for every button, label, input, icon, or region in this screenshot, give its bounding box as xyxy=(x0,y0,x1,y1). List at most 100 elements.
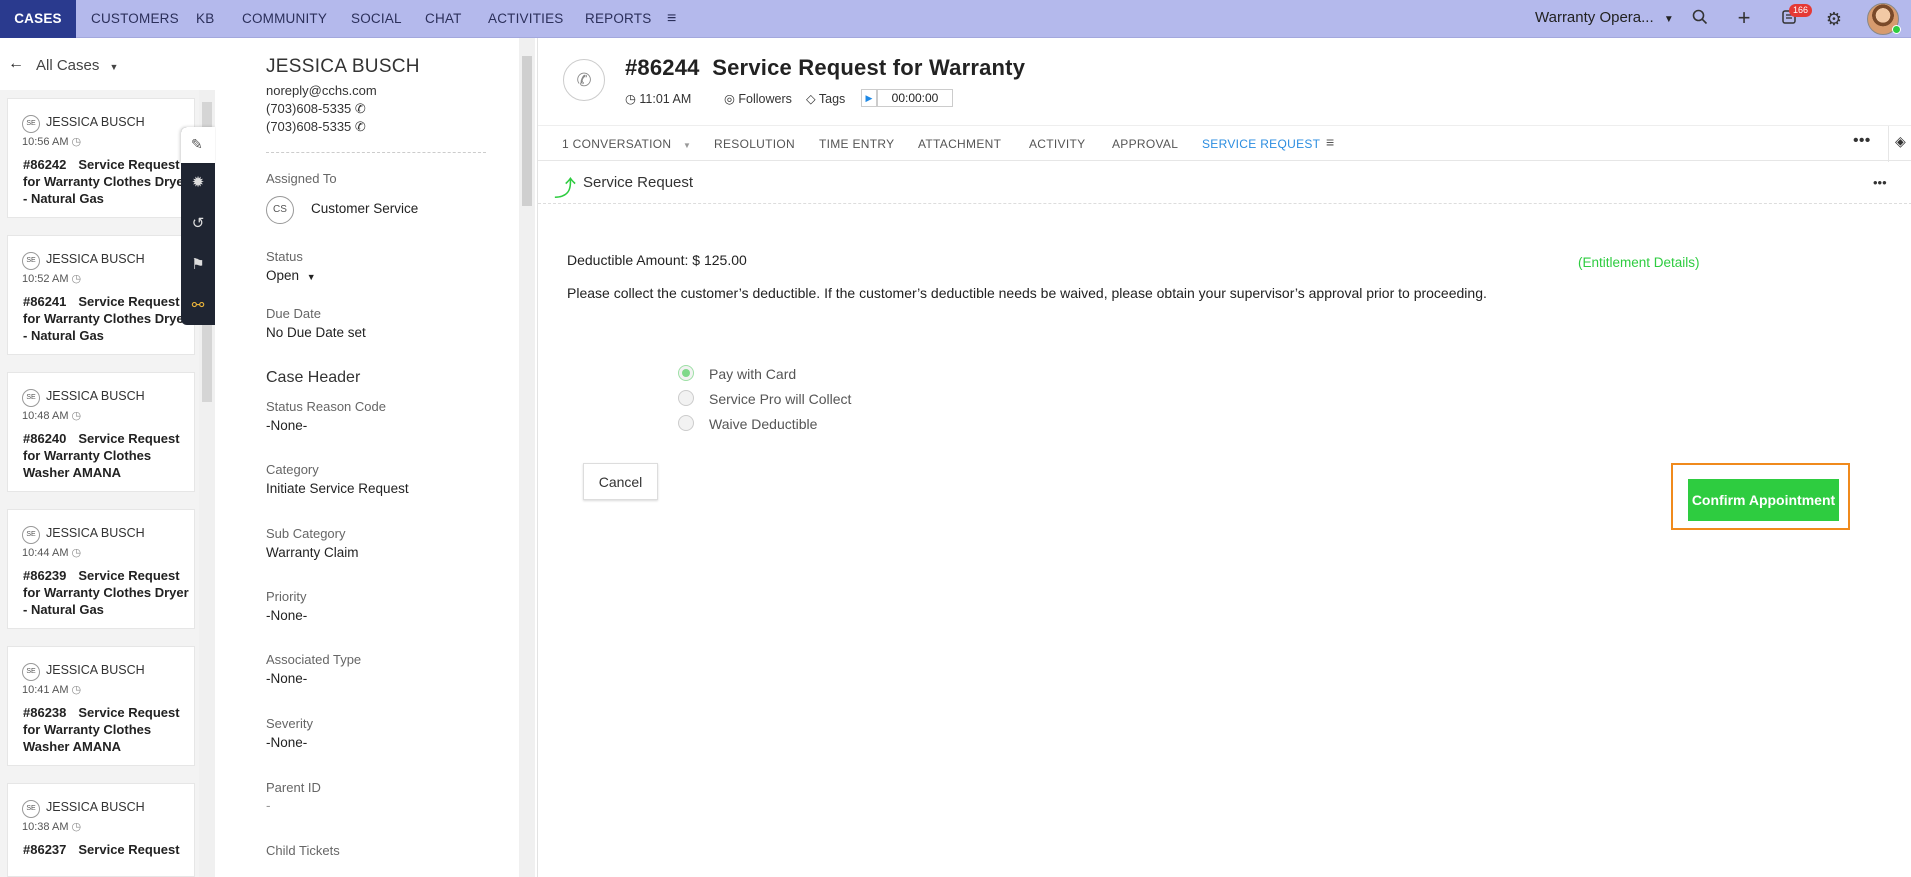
assigned-to-value[interactable]: Customer Service xyxy=(311,201,418,216)
top-navigation: CASES CUSTOMERS KB COMMUNITY SOCIAL CHAT… xyxy=(0,0,1911,38)
tab-attachment[interactable]: ATTACHMENT xyxy=(918,137,1001,151)
add-icon[interactable]: + xyxy=(1734,7,1754,29)
view-selector[interactable]: All Cases ▼ xyxy=(36,57,118,74)
case-time-text: 10:56 AM xyxy=(22,136,69,148)
more-tabs-icon[interactable]: ≡ xyxy=(1326,134,1334,150)
more-options-icon[interactable]: ••• xyxy=(1853,132,1871,150)
deductible-instruction: Please collect the customer’s deductible… xyxy=(567,285,1487,301)
tab-resolution[interactable]: RESOLUTION xyxy=(714,137,795,151)
scrollbar-thumb[interactable] xyxy=(522,56,532,206)
case-title: #86238 Service Request for Warranty Cloth… xyxy=(23,704,191,755)
list-item[interactable]: SE JESSICA BUSCH 10:56 AM ◷ #86242 Servic… xyxy=(7,98,195,218)
severity-value[interactable]: -None- xyxy=(266,735,307,750)
list-item[interactable]: SE JESSICA BUSCH 10:41 AM ◷ #86238 Servic… xyxy=(7,646,195,766)
nav-tab-community[interactable]: COMMUNITY xyxy=(242,0,327,38)
priority-value[interactable]: -None- xyxy=(266,608,307,623)
associated-type-value[interactable]: -None- xyxy=(266,671,307,686)
flag-icon[interactable]: ⚑ xyxy=(181,250,215,280)
ticket-time-text: 11:01 AM xyxy=(639,92,692,106)
contact-name: JESSICA BUSCH xyxy=(46,526,145,540)
nav-tab-customers[interactable]: CUSTOMERS xyxy=(91,0,179,38)
tags-button[interactable]: ◇ Tags xyxy=(806,91,845,106)
status-dropdown[interactable]: Open ▼ xyxy=(266,268,316,283)
chevron-down-icon: ▼ xyxy=(109,62,119,72)
radio-button[interactable] xyxy=(678,415,694,431)
case-time: 10:56 AM ◷ xyxy=(22,135,81,148)
list-item[interactable]: SE JESSICA BUSCH 10:38 AM ◷ #86237 Servic… xyxy=(7,783,195,877)
layers-icon[interactable]: ◈ xyxy=(1895,133,1906,150)
contact-initials: SE xyxy=(22,252,40,270)
attachment-tool[interactable]: ✎ xyxy=(181,127,215,163)
department-selector[interactable]: Warranty Opera... ▼ xyxy=(1535,0,1674,38)
nav-tab-cases[interactable]: CASES xyxy=(0,0,76,38)
confirm-appointment-button[interactable]: Confirm Appointment xyxy=(1688,479,1839,521)
status-reason-value[interactable]: -None- xyxy=(266,418,307,433)
child-tickets-label: Child Tickets xyxy=(266,843,340,858)
gear-icon[interactable]: ⚙ xyxy=(1824,9,1844,29)
nav-tab-kb[interactable]: KB xyxy=(196,0,214,38)
check-circle-icon: ◎ xyxy=(724,92,735,106)
tab-approval[interactable]: APPROVAL xyxy=(1112,137,1178,151)
chevron-down-icon: ▼ xyxy=(682,141,692,150)
history-icon[interactable]: ↺ xyxy=(181,209,215,239)
associated-type-label: Associated Type xyxy=(266,652,362,667)
case-time: 10:41 AM ◷ xyxy=(22,683,81,696)
list-item[interactable]: SE JESSICA BUSCH 10:52 AM ◷ #86241 Servic… xyxy=(7,235,195,355)
list-item[interactable]: SE JESSICA BUSCH 10:44 AM ◷ #86239 Servic… xyxy=(7,509,195,629)
contact-initials: SE xyxy=(22,526,40,544)
radio-button-selected[interactable] xyxy=(678,365,694,381)
contact-details-pane: JESSICA BUSCH noreply@cchs.com (703)608-… xyxy=(216,38,521,877)
search-icon[interactable] xyxy=(1690,9,1710,29)
contact-phone-secondary[interactable]: (703)608-5335 ✆ xyxy=(266,119,366,135)
contact-phone[interactable]: (703)608-5335 ✆ xyxy=(266,101,366,117)
service-request-heading: Service Request xyxy=(583,174,694,191)
case-title: #86240 Service Request for Warranty Cloth… xyxy=(23,430,191,481)
case-time: 10:48 AM ◷ xyxy=(22,409,81,422)
sub-category-value[interactable]: Warranty Claim xyxy=(266,545,359,560)
nav-tab-social[interactable]: SOCIAL xyxy=(351,0,402,38)
tag-icon: ◇ xyxy=(806,92,816,106)
tab-conversation[interactable]: 1 CONVERSATION ▼ xyxy=(562,137,691,151)
tab-time-entry[interactable]: TIME ENTRY xyxy=(819,137,894,151)
category-value[interactable]: Initiate Service Request xyxy=(266,481,409,496)
view-label: All Cases xyxy=(36,57,100,74)
paperclip-icon: ✎ xyxy=(191,136,203,152)
cancel-button[interactable]: Cancel xyxy=(583,463,658,500)
nav-tab-reports[interactable]: REPORTS xyxy=(585,0,651,38)
due-date-label: Due Date xyxy=(266,306,321,321)
ticket-title: #86244 Service Request for Warranty xyxy=(625,55,1025,81)
contact-name: JESSICA BUSCH xyxy=(46,252,145,266)
radio-label: Pay with Card xyxy=(709,366,797,382)
clock-icon: ◷ xyxy=(71,136,82,148)
followers-button[interactable]: ◎ Followers xyxy=(724,91,792,106)
play-icon[interactable]: ▶ xyxy=(861,89,877,107)
deductible-amount: Deductible Amount: $ 125.00 xyxy=(567,252,747,268)
tab-service-request[interactable]: SERVICE REQUEST xyxy=(1202,137,1320,151)
case-number: #86240 xyxy=(23,431,67,446)
contact-name-heading: JESSICA BUSCH xyxy=(266,56,420,77)
nav-tab-activities[interactable]: ACTIVITIES xyxy=(488,0,564,38)
clock-icon: ◷ xyxy=(71,273,82,285)
vertical-divider xyxy=(1888,126,1889,162)
entitlement-details-link[interactable]: (Entitlement Details) xyxy=(1578,255,1700,270)
tab-activity[interactable]: ACTIVITY xyxy=(1029,137,1085,151)
due-date-value[interactable]: No Due Date set xyxy=(266,325,366,340)
parent-id-value[interactable]: - xyxy=(266,798,271,813)
back-arrow-icon[interactable]: ← xyxy=(8,55,24,73)
nav-tab-chat[interactable]: CHAT xyxy=(425,0,462,38)
radio-button[interactable] xyxy=(678,390,694,406)
list-item[interactable]: SE JESSICA BUSCH 10:48 AM ◷ #86240 Servic… xyxy=(7,372,195,492)
case-title: #86241 Service Request for Warranty Cloth… xyxy=(23,293,191,344)
share-icon[interactable]: ⚯ xyxy=(181,291,215,321)
more-options-icon[interactable]: ••• xyxy=(1873,175,1887,190)
details-scrollbar[interactable] xyxy=(519,38,535,877)
contact-initials: SE xyxy=(22,389,40,407)
clock-icon: ◷ xyxy=(71,821,82,833)
severity-label: Severity xyxy=(266,716,313,731)
status-reason-label: Status Reason Code xyxy=(266,399,386,414)
contact-email[interactable]: noreply@cchs.com xyxy=(266,83,377,98)
contact-name: JESSICA BUSCH xyxy=(46,115,145,129)
more-tabs-icon[interactable]: ≡ xyxy=(667,0,677,38)
bug-icon[interactable]: ✹ xyxy=(181,168,215,198)
case-header-section-title: Case Header xyxy=(266,369,361,386)
